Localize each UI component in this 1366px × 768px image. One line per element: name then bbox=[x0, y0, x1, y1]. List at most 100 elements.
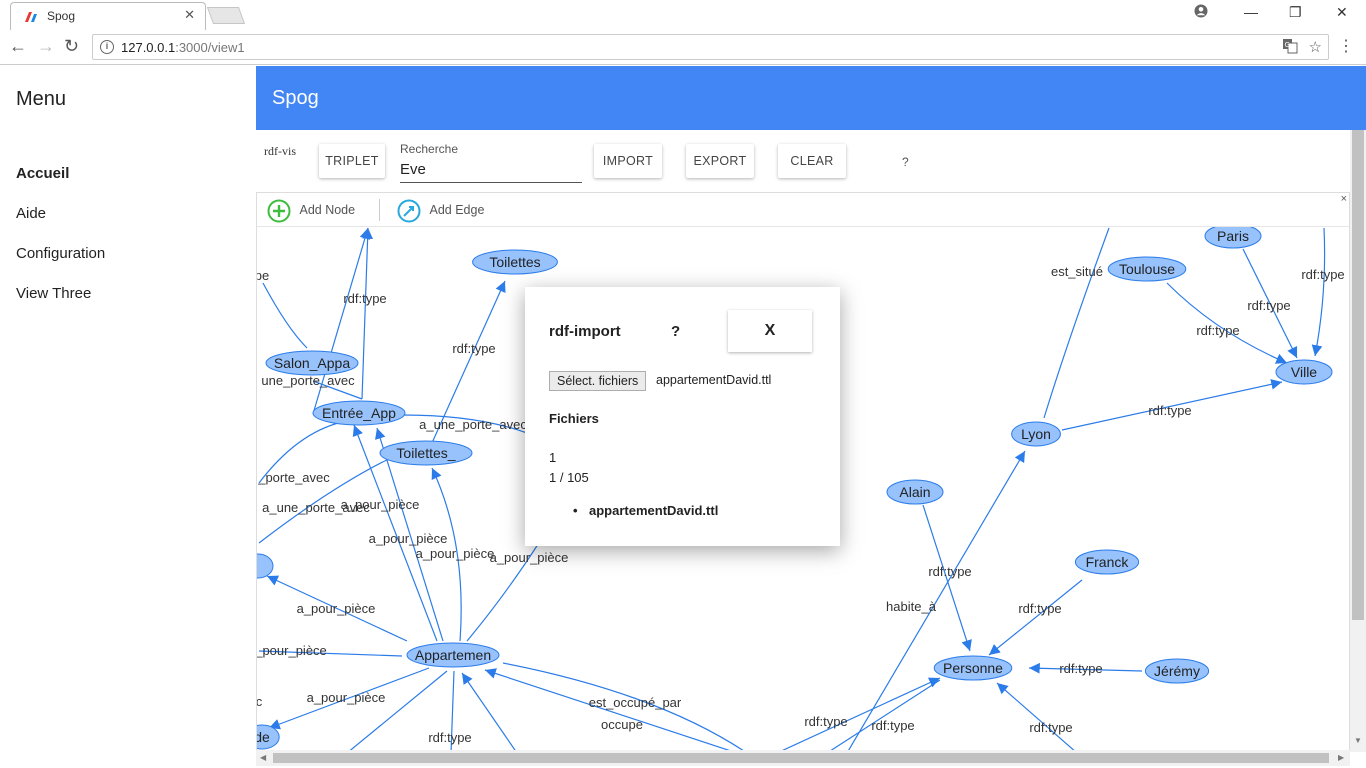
graph-node-alain[interactable]: Alain bbox=[886, 479, 944, 505]
graph-node-label: de bbox=[257, 729, 270, 745]
graph-node-salon[interactable]: Salon_Appa bbox=[265, 350, 359, 376]
graph-node-franck[interactable]: Franck bbox=[1074, 549, 1140, 575]
edge-label: rdf:type bbox=[1029, 720, 1072, 735]
new-tab-button[interactable] bbox=[206, 7, 246, 24]
graph-edge bbox=[262, 282, 308, 349]
reload-icon[interactable]: ↻ bbox=[64, 36, 79, 57]
graph-node-left1[interactable] bbox=[257, 553, 274, 579]
graph-node-toulouse[interactable]: Toulouse bbox=[1107, 256, 1187, 282]
edge-label: est_situé bbox=[1051, 264, 1103, 279]
forward-icon[interactable]: → bbox=[37, 36, 55, 57]
profile-icon[interactable] bbox=[1194, 4, 1208, 21]
browser-menu-icon[interactable]: ⋮ bbox=[1338, 36, 1354, 56]
graph-edge bbox=[996, 682, 1076, 751]
graph-node-label: Ville bbox=[1291, 364, 1317, 380]
horizontal-scroll-thumb[interactable] bbox=[273, 753, 1329, 763]
add-edge-label: Add Edge bbox=[429, 203, 485, 217]
graph-node-left2[interactable]: de bbox=[257, 724, 280, 750]
graph-node-label: Toilettes bbox=[489, 254, 540, 270]
graph-node-label: Alain bbox=[899, 484, 930, 500]
graph-node-lyon[interactable]: Lyon bbox=[1011, 421, 1061, 447]
graph-node-label: Toilettes_ bbox=[396, 445, 455, 461]
edge-label: rdf:type bbox=[928, 564, 971, 579]
sidebar-item-accueil[interactable]: Accueil bbox=[16, 165, 69, 182]
scroll-left-icon[interactable]: ◀ bbox=[260, 753, 266, 762]
file-list-item: appartementDavid.ttl bbox=[573, 503, 718, 518]
site-info-icon[interactable]: i bbox=[100, 40, 114, 54]
edge-label: rdf:type bbox=[1059, 661, 1102, 676]
tab-close-icon[interactable]: ✕ bbox=[184, 7, 195, 23]
dialog-title: rdf-import bbox=[549, 323, 621, 340]
dialog-close-button[interactable]: X bbox=[728, 310, 812, 352]
dialog-help-button[interactable]: ? bbox=[671, 323, 680, 340]
file-progress: 1 / 105 bbox=[549, 470, 589, 485]
app-title: Spog bbox=[272, 87, 319, 109]
restore-icon[interactable]: ❐ bbox=[1289, 4, 1302, 21]
clear-button[interactable]: CLEAR bbox=[778, 144, 846, 178]
graph-node-label: Toulouse bbox=[1119, 261, 1175, 277]
edge-label: pe bbox=[257, 268, 269, 283]
edge-label: _pour_pièce bbox=[257, 643, 327, 658]
graph-edge bbox=[779, 677, 941, 751]
rdf-vis-label: rdf-vis bbox=[264, 144, 296, 158]
graph-node-label: Paris bbox=[1217, 228, 1249, 244]
edge-label: rdf:type bbox=[871, 718, 914, 733]
back-icon[interactable]: ← bbox=[9, 36, 27, 57]
graph-node-toilettes2[interactable]: Toilettes_ bbox=[379, 440, 473, 466]
graph-node-paris[interactable]: Paris bbox=[1204, 223, 1262, 249]
translate-icon[interactable]: G bbox=[1282, 38, 1298, 58]
file-count: 1 bbox=[549, 450, 557, 465]
graph-node-label: Entrée_App bbox=[322, 405, 396, 421]
import-button[interactable]: IMPORT bbox=[594, 144, 662, 178]
sidebar: Menu Accueil Aide Configuration View Thr… bbox=[0, 66, 256, 768]
app-header: Spog bbox=[256, 66, 1366, 130]
vertical-scrollbar[interactable]: ▼ bbox=[1350, 130, 1366, 752]
selected-file-name: appartementDavid.ttl bbox=[656, 373, 772, 387]
sidebar-item-aide[interactable]: Aide bbox=[16, 205, 46, 222]
select-files-button[interactable]: Sélect. fichiers bbox=[549, 371, 647, 391]
url-text: 127.0.0.1:3000/view1 bbox=[121, 40, 245, 55]
search-label: Recherche bbox=[400, 142, 459, 156]
help-button[interactable]: ? bbox=[902, 155, 909, 169]
graph-node-label: Franck bbox=[1086, 554, 1130, 570]
graph-node-appart[interactable]: Appartemen bbox=[406, 642, 500, 668]
rdf-import-dialog: rdf-import ? X Sélect. fichiers appartem… bbox=[525, 287, 840, 546]
browser-tabbar: Spog ✕ — ❐ ✕ bbox=[0, 0, 1366, 30]
graph-edge bbox=[484, 668, 733, 751]
triplet-button[interactable]: TRIPLET bbox=[319, 144, 385, 178]
browser-tab[interactable]: Spog ✕ bbox=[10, 2, 206, 30]
svg-text:G: G bbox=[1285, 41, 1290, 49]
minimize-icon[interactable]: — bbox=[1244, 4, 1258, 20]
sidebar-item-view-three[interactable]: View Three bbox=[16, 285, 91, 302]
manipulation-close-icon[interactable]: × bbox=[1341, 193, 1347, 205]
url-input[interactable]: i 127.0.0.1:3000/view1 G ☆ bbox=[92, 34, 1329, 60]
search-input[interactable] bbox=[400, 157, 582, 183]
graph-node-personne[interactable]: Personne bbox=[933, 655, 1013, 681]
manip-divider bbox=[379, 199, 380, 221]
edge-label: rdf:type bbox=[428, 730, 471, 745]
edge-label: rdf:type bbox=[1247, 298, 1290, 313]
sidebar-item-configuration[interactable]: Configuration bbox=[16, 245, 105, 262]
files-heading: Fichiers bbox=[549, 411, 599, 426]
edge-label: habite_à bbox=[886, 599, 937, 614]
scroll-down-icon[interactable]: ▼ bbox=[1354, 736, 1362, 745]
menu-title: Menu bbox=[16, 88, 67, 110]
scroll-right-icon[interactable]: ▶ bbox=[1338, 753, 1344, 762]
horizontal-scrollbar[interactable]: ◀ ▶ bbox=[256, 750, 1350, 766]
bookmark-star-icon[interactable]: ☆ bbox=[1309, 38, 1322, 56]
graph-manipulation-bar: Add Node Add Edge × bbox=[257, 193, 1349, 227]
graph-node-ville[interactable]: Ville bbox=[1275, 359, 1333, 385]
window-close-icon[interactable]: ✕ bbox=[1336, 4, 1348, 21]
add-edge-button[interactable]: Add Edge bbox=[397, 197, 484, 223]
graph-node-entree[interactable]: Entrée_App bbox=[312, 400, 406, 426]
edge-label: _porte_avec bbox=[257, 470, 330, 485]
graph-node-jeremy[interactable]: Jérémy bbox=[1144, 658, 1210, 684]
export-button[interactable]: EXPORT bbox=[686, 144, 754, 178]
edge-label: rdf:type bbox=[1196, 323, 1239, 338]
browser-addressbar: ← → ↻ i 127.0.0.1:3000/view1 G ☆ ⋮ bbox=[0, 30, 1366, 65]
graph-node-toilettes[interactable]: Toilettes bbox=[472, 249, 558, 275]
graph-edge bbox=[361, 227, 374, 400]
add-node-button[interactable]: Add Node bbox=[267, 197, 355, 223]
vertical-scroll-thumb[interactable] bbox=[1352, 130, 1364, 620]
graph-toolbar: rdf-vis TRIPLET Recherche IMPORT EXPORT … bbox=[256, 130, 1350, 192]
